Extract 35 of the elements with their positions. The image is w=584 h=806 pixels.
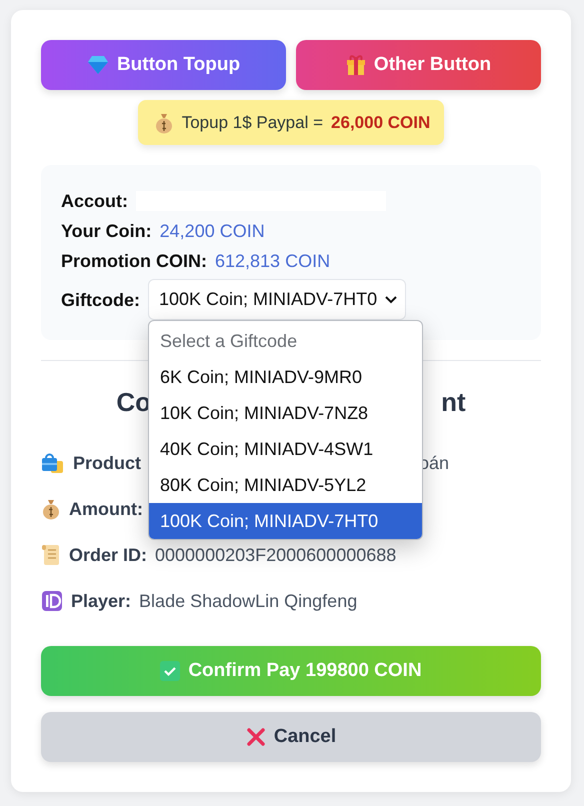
check-icon xyxy=(160,661,180,681)
shopping-bags-icon xyxy=(41,452,65,474)
giftcode-option[interactable]: 80K Coin; MINIADV-5YL2 xyxy=(149,467,422,503)
gift-icon xyxy=(346,54,366,76)
giftcode-option[interactable]: 6K Coin; MINIADV-9MR0 xyxy=(149,359,422,395)
money-bag-icon xyxy=(41,498,61,520)
id-badge-icon xyxy=(41,590,63,612)
detail-label: Player: xyxy=(71,590,132,612)
giftcode-option[interactable]: 40K Coin; MINIADV-4SW1 xyxy=(149,431,422,467)
detail-label: Product xyxy=(73,452,142,474)
info-label: Accout: xyxy=(61,190,128,213)
giftcode-select[interactable]: 100K Coin; MINIADV-7HT0 xyxy=(148,279,406,320)
info-label: Giftcode: xyxy=(61,288,140,312)
detail-value: 0000000203F2000600000688 xyxy=(155,544,396,566)
giftcode-option[interactable]: 100K Coin; MINIADV-7HT0 xyxy=(149,503,422,539)
detail-value: Blade ShadowLin Qingfeng xyxy=(139,590,358,612)
detail-label: Order ID: xyxy=(69,544,148,566)
money-bag-icon xyxy=(154,112,174,134)
coin-value: 24,200 COIN xyxy=(160,220,265,243)
rate-text: Topup 1$ Paypal = xyxy=(182,112,324,132)
placeholder-option[interactable]: Select a Giftcode xyxy=(149,323,422,359)
detail-label: Amount: xyxy=(69,498,143,520)
info-label: Promotion COIN: xyxy=(61,250,207,273)
giftcode-option[interactable]: 10K Coin; MINIADV-7NZ8 xyxy=(149,395,422,431)
coin-value: 612,813 COIN xyxy=(215,250,330,273)
diamond-icon xyxy=(86,55,109,75)
scroll-icon xyxy=(41,544,61,566)
cancel-button[interactable]: Cancel xyxy=(41,712,541,762)
close-icon xyxy=(246,727,266,747)
topup-button[interactable]: Button Topup xyxy=(41,40,286,90)
section-heading: nt xyxy=(441,387,466,418)
rate-amount: 26,000 COIN xyxy=(331,112,430,132)
other-button[interactable]: Other Button xyxy=(296,40,541,90)
chevron-down-icon xyxy=(385,296,398,304)
info-label: Your Coin: xyxy=(61,220,152,243)
